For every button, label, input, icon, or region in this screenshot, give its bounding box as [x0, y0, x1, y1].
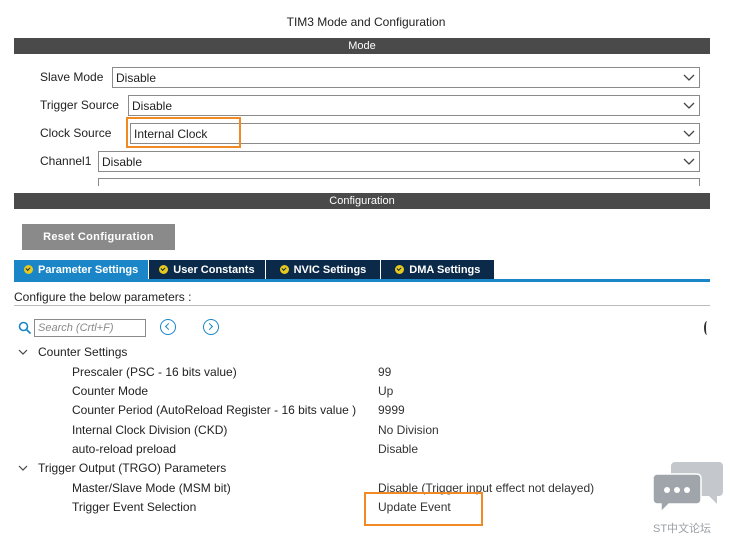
- panel-title: TIM3 Mode and Configuration: [286, 15, 446, 29]
- channel1-label: Channel1: [40, 154, 92, 168]
- slave-mode-value: Disable: [116, 70, 157, 85]
- chevron-down-icon: [18, 465, 28, 471]
- configuration-section-header: Configuration: [14, 193, 710, 209]
- check-circle-icon: [24, 265, 33, 274]
- tab-user-constants[interactable]: User Constants: [149, 260, 266, 279]
- check-circle-icon: [395, 265, 405, 274]
- chevron-down-icon: [18, 349, 28, 355]
- search-icon[interactable]: [18, 321, 32, 335]
- slave-mode-select[interactable]: Disable: [112, 67, 700, 88]
- param-auto-reload-label: auto-reload preload: [72, 442, 177, 456]
- trigger-source-label: Trigger Source: [40, 98, 119, 112]
- tab-parameter-settings[interactable]: Parameter Settings: [14, 260, 150, 279]
- trgo-parameters-group[interactable]: Trigger Output (TRGO) Parameters: [18, 461, 226, 475]
- counter-settings-group[interactable]: Counter Settings: [18, 345, 127, 359]
- chevron-down-icon: [683, 130, 695, 137]
- check-circle-icon: [159, 265, 169, 274]
- slave-mode-label: Slave Mode: [40, 70, 104, 84]
- param-counter-mode-value[interactable]: Up: [378, 384, 393, 398]
- channel1-row: Channel1: [40, 154, 93, 168]
- param-clock-division-label: Internal Clock Division (CKD): [72, 423, 228, 437]
- param-prescaler-label: Prescaler (PSC - 16 bits value): [72, 365, 237, 379]
- trigger-source-row: Trigger Source: [40, 98, 121, 112]
- watermark-text: ST中文论坛: [653, 523, 712, 535]
- trigger-source-select[interactable]: Disable: [128, 95, 700, 116]
- chat-bubble-icon: [653, 462, 723, 514]
- clock-source-row: Clock Source: [40, 126, 113, 140]
- clock-source-highlight: [126, 117, 241, 148]
- tab-label: Parameter Settings: [38, 263, 139, 276]
- next-mode-select-partial[interactable]: [98, 178, 700, 186]
- param-clock-division-value[interactable]: No Division: [378, 423, 439, 437]
- param-msm-label: Master/Slave Mode (MSM bit): [72, 481, 231, 495]
- tab-label: DMA Settings: [409, 263, 481, 276]
- chevron-down-icon: [683, 158, 695, 165]
- clock-source-label: Clock Source: [40, 126, 112, 140]
- tab-nvic-settings[interactable]: NVIC Settings: [265, 260, 382, 279]
- previous-match-icon[interactable]: [160, 319, 176, 335]
- tab-underline: [14, 279, 710, 282]
- settings-tabs: Parameter Settings User Constants NVIC S…: [14, 260, 496, 279]
- configure-instructions: Configure the below parameters :: [14, 290, 192, 304]
- tab-dma-settings[interactable]: DMA Settings: [381, 260, 496, 279]
- channel1-select[interactable]: Disable: [98, 151, 700, 172]
- chevron-down-icon: [683, 102, 695, 109]
- partial-icon: [704, 321, 710, 335]
- channel1-value: Disable: [102, 154, 143, 169]
- trigger-source-value: Disable: [132, 98, 173, 113]
- check-circle-icon: [279, 265, 289, 274]
- slave-mode-row: Slave Mode: [40, 70, 105, 84]
- trigger-event-highlight: [364, 492, 483, 526]
- tab-label: NVIC Settings: [293, 263, 367, 276]
- mode-section-header: Mode: [14, 38, 710, 54]
- group-label: Counter Settings: [38, 345, 128, 359]
- search-input[interactable]: Search (Crtl+F): [34, 319, 146, 337]
- param-counter-mode-label: Counter Mode: [72, 384, 149, 398]
- group-label: Trigger Output (TRGO) Parameters: [38, 461, 227, 475]
- next-match-icon[interactable]: [203, 319, 219, 335]
- param-counter-period-label: Counter Period (AutoReload Register - 16…: [72, 403, 357, 417]
- param-auto-reload-value[interactable]: Disable: [378, 442, 418, 456]
- chevron-down-icon: [683, 74, 695, 81]
- reset-configuration-button[interactable]: Reset Configuration: [22, 224, 175, 250]
- param-trigger-event-label: Trigger Event Selection: [72, 500, 197, 514]
- divider: [14, 305, 710, 306]
- param-prescaler-value[interactable]: 99: [378, 365, 391, 379]
- param-counter-period-value[interactable]: 9999: [378, 403, 405, 417]
- tab-label: User Constants: [173, 263, 255, 276]
